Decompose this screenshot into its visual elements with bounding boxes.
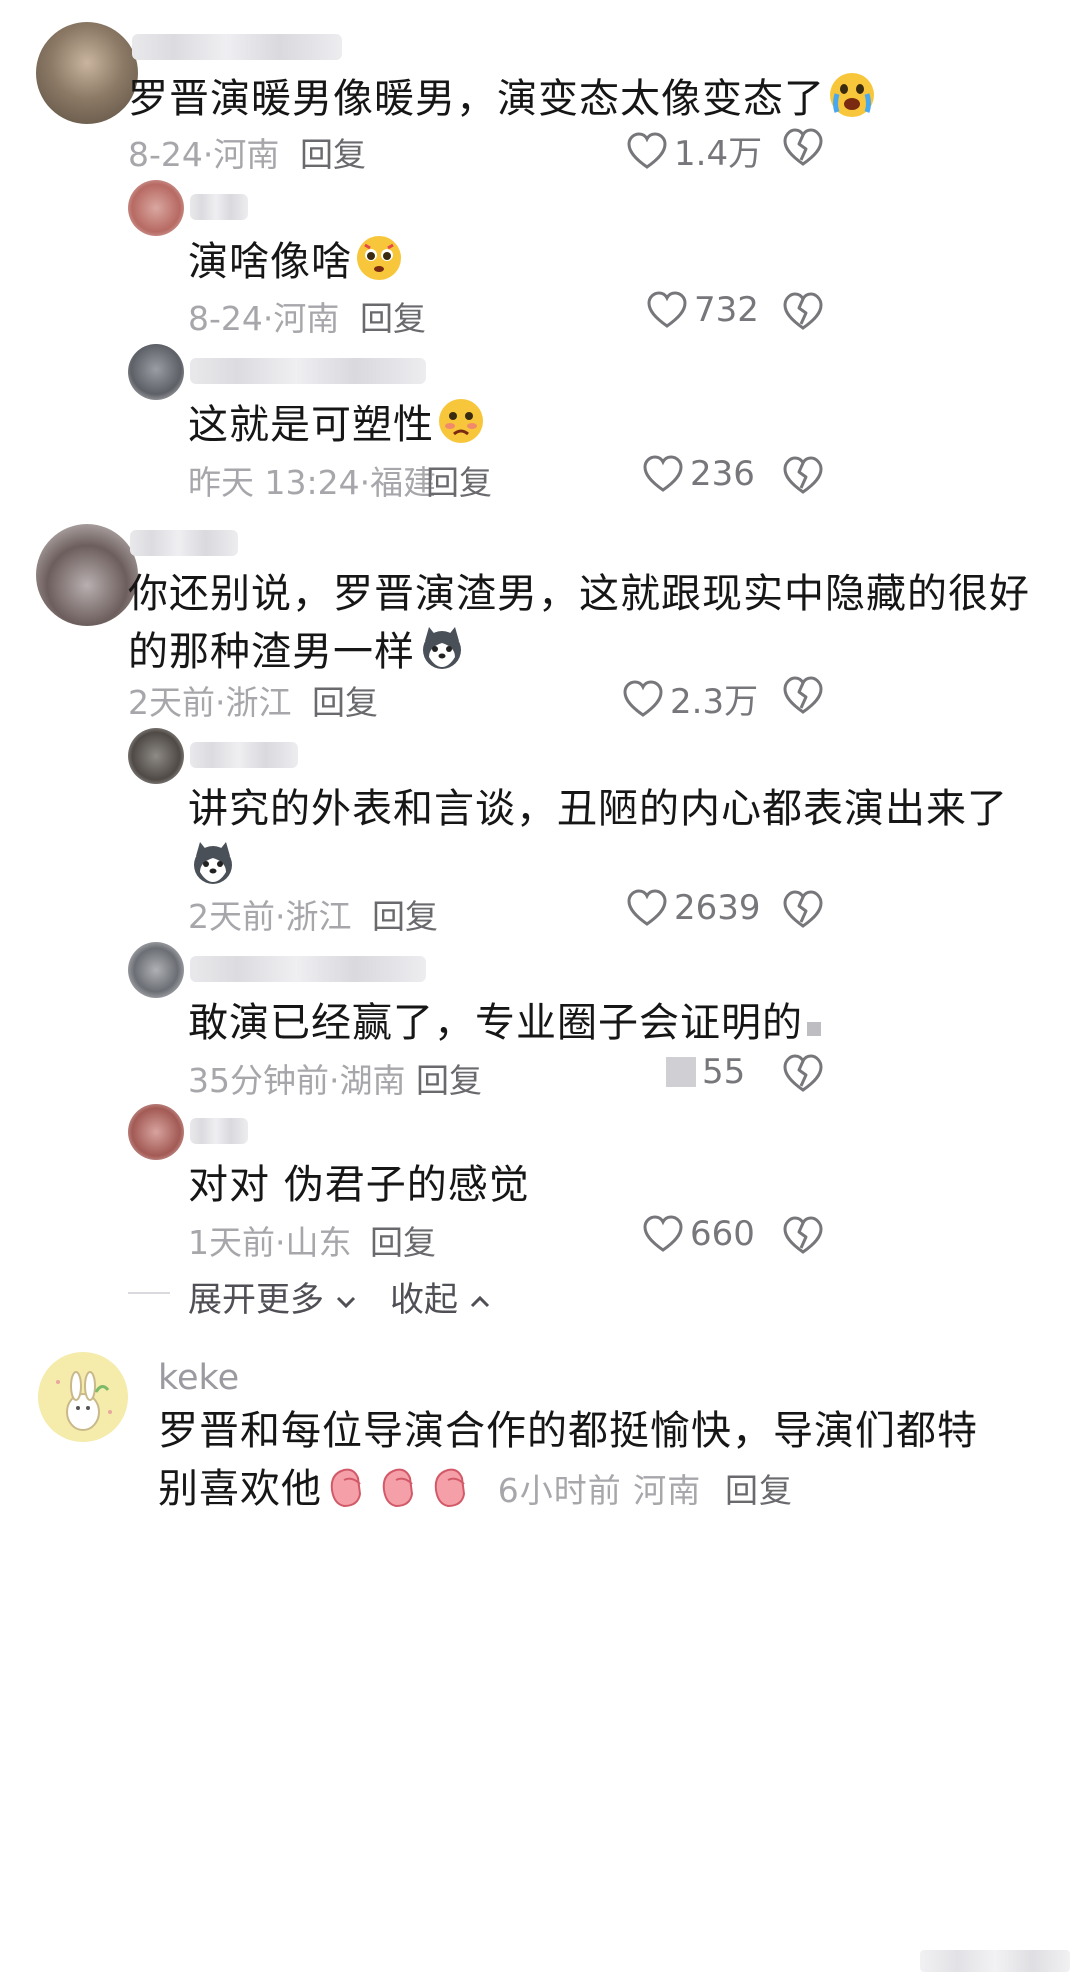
husky-dog-emoji (194, 842, 232, 884)
heart-icon (626, 888, 668, 928)
reply-button[interactable]: 回复 (360, 292, 426, 340)
like-button[interactable]: 236 (642, 454, 755, 494)
reply-button[interactable]: 回复 (416, 1054, 482, 1102)
chevron-up-icon (470, 1295, 489, 1307)
heart-icon (626, 131, 668, 171)
heart-icon (646, 290, 688, 330)
cartoon-bunny-avatar-icon (56, 1371, 112, 1431)
watermark-blurred (920, 1950, 1070, 1972)
like-button[interactable]: 2639 (626, 888, 761, 928)
avatar[interactable] (128, 942, 184, 998)
dislike-icon[interactable] (781, 126, 825, 168)
redaction-block (807, 1022, 821, 1036)
username[interactable]: keke (158, 1358, 239, 1398)
reply-button[interactable]: 回复 (312, 676, 378, 724)
comment-meta: 35分钟前·湖南 (188, 1061, 406, 1100)
clapping-hands-emoji (382, 1468, 414, 1508)
reply-button[interactable]: 回复 (426, 456, 492, 504)
like-count: 236 (690, 454, 755, 494)
comment-meta: 8-24·河南 (188, 299, 340, 338)
heart-icon (622, 679, 664, 719)
username-blurred[interactable] (190, 194, 248, 220)
like-count: 2.3万 (670, 682, 759, 722)
comment-text: 讲究的外表和言谈，丑陋的内心都表演出来了 (188, 780, 1008, 896)
username-blurred[interactable] (132, 34, 342, 60)
comment-text: 演啥像啥 (188, 233, 404, 291)
like-button[interactable]: 660 (642, 1214, 755, 1254)
avatar[interactable] (36, 22, 138, 124)
dislike-icon[interactable] (781, 1052, 825, 1094)
username-blurred[interactable] (190, 742, 298, 768)
comment-meta: 昨天 13:24·福建 (188, 463, 437, 502)
heart-icon (642, 1214, 684, 1254)
pleading-face-emoji (357, 236, 401, 280)
like-button[interactable]: 732 (646, 290, 759, 330)
avatar[interactable] (36, 524, 138, 626)
comment-text: 这就是可塑性 (188, 396, 486, 454)
like-count: 55 (702, 1052, 746, 1092)
heart-icon (642, 454, 684, 494)
comment-meta: 2天前·浙江 (128, 683, 292, 722)
comment-meta: 1天前·山东 (188, 1223, 352, 1262)
clapping-hands-emoji (434, 1468, 466, 1508)
username-blurred[interactable] (190, 1118, 248, 1144)
comment-text: 你还别说，罗晋演渣男，这就跟现实中隐藏的很好 的那种渣男一样 (128, 571, 1030, 675)
username-blurred[interactable] (190, 358, 426, 384)
shy-face-emoji (439, 399, 483, 443)
comment-meta: 8-24·河南 (128, 135, 280, 174)
reply-button[interactable]: 回复 (370, 1216, 436, 1264)
like-count: 1.4万 (674, 134, 763, 174)
dislike-icon[interactable] (781, 888, 825, 930)
like-count: 732 (694, 290, 759, 330)
like-button[interactable]: 2.3万 (622, 674, 758, 723)
avatar[interactable] (38, 1352, 128, 1442)
like-count: 660 (690, 1214, 755, 1254)
username-blurred[interactable] (190, 956, 426, 982)
comment-text: 对对 伪君子的感觉 (188, 1162, 530, 1208)
dislike-icon[interactable] (781, 674, 825, 716)
like-count: 2639 (674, 888, 761, 928)
comment-text: 敢演已经赢了，专业圈子会证明的 (188, 994, 821, 1052)
comment-meta: 6小时前 河南 (497, 1471, 702, 1510)
reply-button[interactable]: 回复 (725, 1471, 793, 1510)
like-button[interactable]: 55 (666, 1052, 745, 1092)
like-button[interactable]: 1.4万 (626, 126, 762, 175)
reply-button[interactable]: 回复 (372, 890, 438, 938)
dislike-icon[interactable] (781, 454, 825, 496)
avatar[interactable] (128, 180, 184, 236)
dislike-icon[interactable] (781, 290, 825, 332)
redaction-block (666, 1057, 696, 1087)
comment-text: 罗晋和每位导演合作的都挺愉快，导演们都特 别喜欢他 6小时前 河南 回复 (158, 1408, 978, 1512)
clapping-hands-emoji (330, 1468, 362, 1508)
collapse-button[interactable]: 收起 (390, 1272, 491, 1321)
crying-face-emoji (830, 73, 874, 117)
husky-dog-emoji (423, 627, 461, 669)
avatar[interactable] (128, 344, 184, 400)
expand-more-button[interactable]: 展开更多 (188, 1272, 357, 1321)
comment-meta: 2天前·浙江 (188, 897, 352, 936)
avatar[interactable] (128, 728, 184, 784)
username-blurred[interactable] (130, 530, 238, 556)
reply-button[interactable]: 回复 (300, 128, 366, 176)
dislike-icon[interactable] (781, 1214, 825, 1256)
avatar[interactable] (128, 1104, 184, 1160)
thread-divider (128, 1292, 170, 1294)
chevron-down-icon (336, 1296, 355, 1308)
comment-text: 罗晋演暖男像暖男，演变态太像变态了 (128, 70, 877, 128)
